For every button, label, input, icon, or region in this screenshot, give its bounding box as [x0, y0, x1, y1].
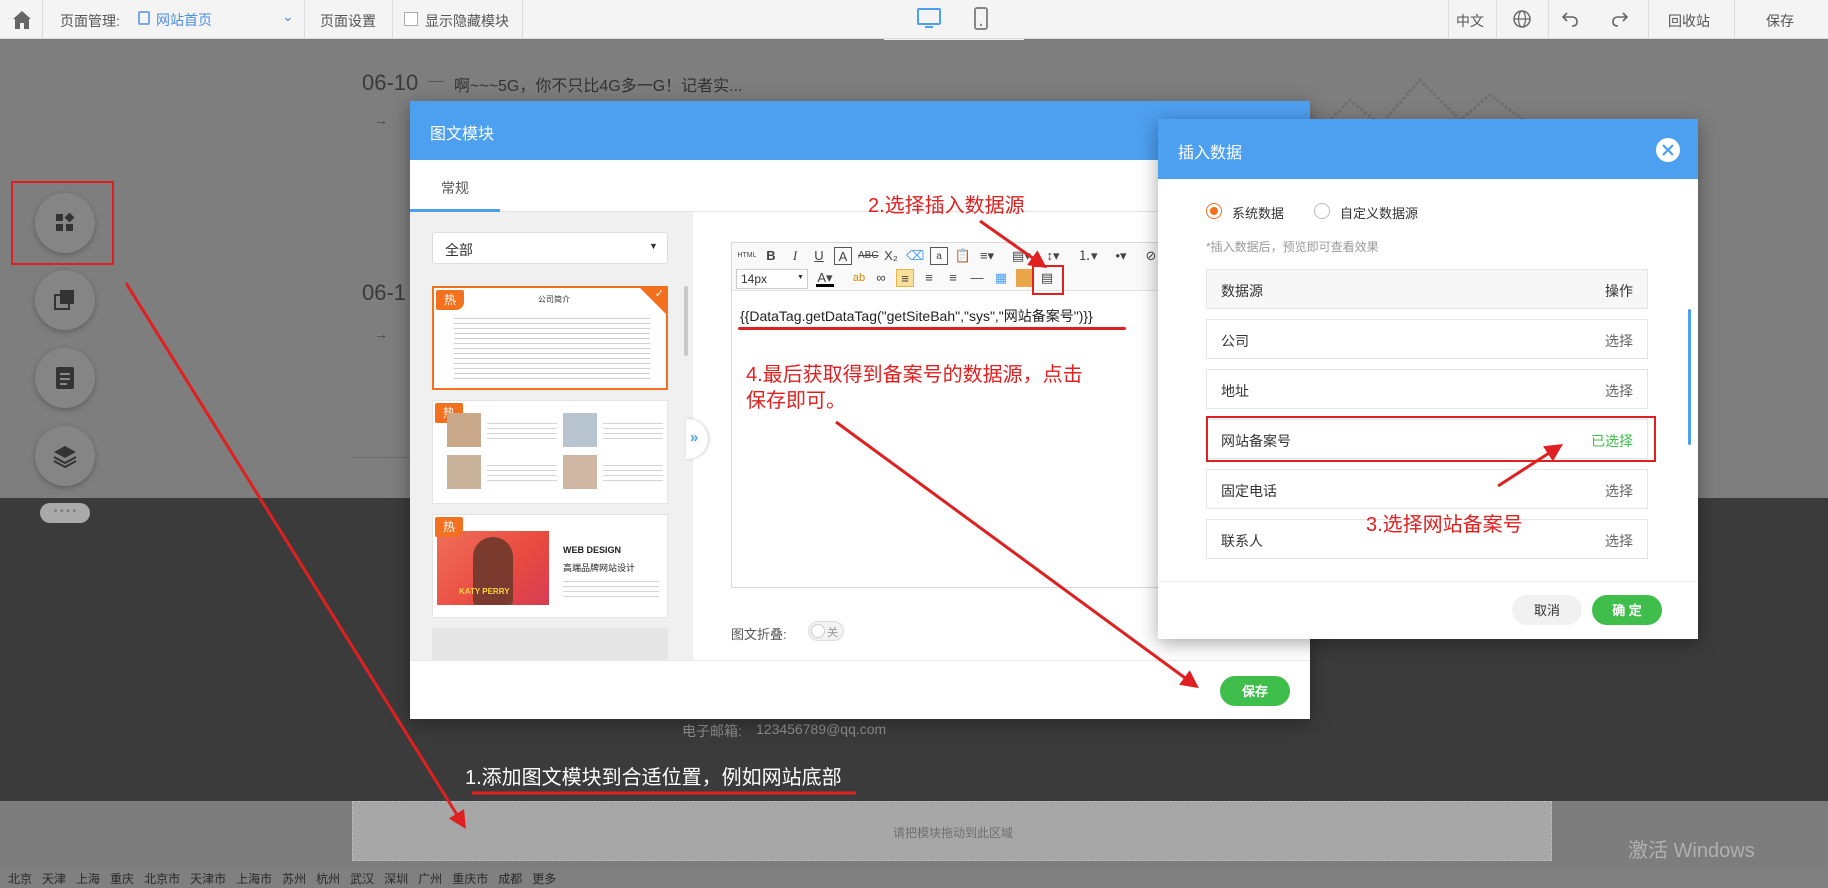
arrow-step2: [979, 219, 1047, 269]
arrow-step1: [124, 282, 466, 830]
annotation-step2: 2.选择插入数据源: [868, 195, 1025, 217]
annotation-arrows: [124, 219, 1564, 830]
arrow-step4: [835, 420, 1199, 689]
annotation-step4-line1: 4.最后获取得到备案号的数据源，点击: [746, 364, 1083, 386]
annotation-step3: 3.选择网站备案号: [1366, 514, 1523, 536]
arrow-step3: [1497, 444, 1564, 488]
annotation-step4-line2: 保存即可。: [746, 390, 846, 412]
annotation-step1: 1.添加图文模块到合适位置，例如网站底部: [465, 767, 842, 789]
